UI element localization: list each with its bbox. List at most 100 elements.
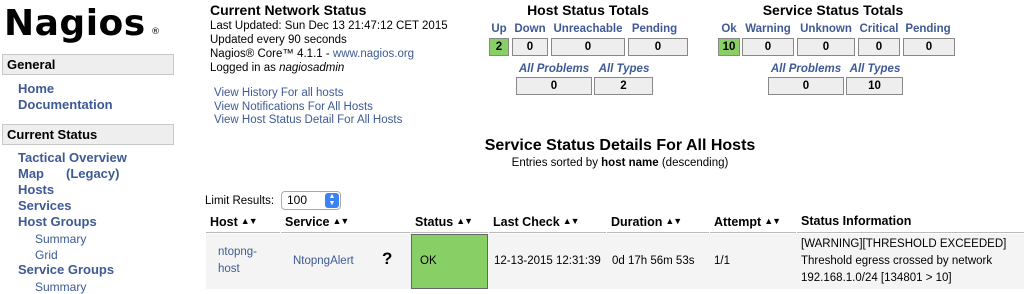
sort-arrows-icon[interactable]: ▲▼	[665, 216, 682, 226]
service-header-ok[interactable]: Ok	[718, 22, 740, 36]
service-pending-count[interactable]: 0	[903, 38, 955, 56]
sidebar-header-general: General	[2, 54, 174, 75]
host-totals-title: Host Status Totals	[527, 2, 649, 18]
host-link-line2[interactable]: host	[218, 263, 240, 275]
host-all-types-header[interactable]: All Types	[594, 62, 654, 76]
service-header-pending[interactable]: Pending	[902, 22, 954, 36]
sort-description: Entries sorted by host name (descending)	[440, 156, 800, 170]
column-header-service-label: Service	[285, 215, 330, 229]
sort-prefix: Entries sorted by	[511, 157, 602, 169]
sort-suffix: (descending)	[658, 157, 729, 169]
column-header-status-information-label: Status Information	[801, 214, 912, 228]
service-all-problems-header[interactable]: All Problems	[768, 62, 844, 76]
column-header-duration-label: Duration	[611, 215, 663, 229]
host-all-problems-count[interactable]: 0	[516, 77, 592, 95]
sidebar-item-documentation[interactable]: Documentation	[18, 97, 113, 113]
host-header-down[interactable]: Down	[511, 22, 549, 36]
sidebar-item-host-groups[interactable]: Host Groups	[18, 214, 97, 230]
cell-duration: 0d 17h 56m 53s	[612, 255, 695, 267]
service-unknown-count[interactable]: 0	[797, 38, 855, 56]
host-link-line1[interactable]: ntopng-	[218, 246, 257, 258]
unknown-host-icon[interactable]: ?	[382, 250, 392, 268]
status-info-line1: [WARNING][THRESHOLD EXCEEDED]	[801, 238, 1007, 250]
network-status-title: Current Network Status	[210, 2, 367, 18]
column-header-host[interactable]: Host ▲▼	[206, 211, 280, 233]
limit-results-value: 100	[287, 193, 308, 207]
host-up-count[interactable]: 2	[489, 38, 509, 56]
column-header-status-label: Status	[415, 215, 454, 229]
logged-in-label: Logged in as	[210, 62, 280, 74]
host-all-types-count[interactable]: 2	[594, 77, 653, 95]
sort-arrows-icon[interactable]: ▲▼	[563, 216, 580, 226]
sort-arrows-icon[interactable]: ▲▼	[456, 216, 473, 226]
host-down-count[interactable]: 0	[512, 38, 548, 56]
service-all-types-count[interactable]: 10	[846, 77, 903, 95]
host-header-pending[interactable]: Pending	[627, 22, 682, 36]
cell-last-check: 12-13-2015 12:31:39	[494, 255, 601, 267]
sort-arrows-icon[interactable]: ▲▼	[764, 216, 781, 226]
cell-status-information: [WARNING][THRESHOLD EXCEEDED] Threshold …	[801, 236, 1024, 291]
service-critical-count[interactable]: 0	[858, 38, 900, 56]
logged-in-line: Logged in as nagiosadmin	[210, 61, 448, 75]
cell-host[interactable]: ntopng- host	[218, 244, 268, 294]
cell-status: OK	[411, 234, 488, 289]
column-header-status[interactable]: Status ▲▼	[411, 211, 488, 233]
nagios-org-link[interactable]: www.nagios.org	[333, 48, 414, 60]
sidebar-item-hosts[interactable]: Hosts	[18, 182, 54, 198]
column-header-service[interactable]: Service ▲▼	[281, 211, 410, 233]
service-all-types-header[interactable]: All Types	[846, 62, 904, 76]
sort-field: host name	[601, 157, 659, 169]
sort-arrows-icon[interactable]: ▲▼	[332, 216, 349, 226]
host-header-up[interactable]: Up	[488, 22, 510, 36]
host-pending-count[interactable]: 0	[628, 38, 688, 56]
service-header-warning[interactable]: Warning	[741, 22, 795, 36]
view-host-status-link[interactable]: View Host Status Detail For All Hosts	[214, 114, 402, 126]
sidebar-item-map[interactable]: Map	[18, 166, 44, 182]
host-all-problems-header[interactable]: All Problems	[516, 62, 592, 76]
nagios-logo[interactable]: Nagios ®	[4, 2, 160, 46]
sidebar-item-service-groups[interactable]: Service Groups	[18, 262, 114, 278]
status-info-line2: Threshold egress crossed by network	[801, 255, 993, 267]
service-warning-count[interactable]: 0	[742, 38, 794, 56]
sidebar-item-service-groups-summary[interactable]: Summary	[35, 279, 86, 294]
sidebar-item-host-groups-summary[interactable]: Summary	[35, 231, 86, 247]
column-header-last-check-label: Last Check	[493, 215, 560, 229]
cell-service-link[interactable]: NtopngAlert	[293, 253, 354, 269]
service-header-critical[interactable]: Critical	[857, 22, 901, 36]
update-interval: Updated every 90 seconds	[210, 34, 347, 46]
select-arrows-icon: ▲ ▼	[325, 193, 339, 208]
sidebar: Nagios ® General Home Documentation Curre…	[0, 0, 180, 294]
sidebar-header-current-status: Current Status	[2, 124, 174, 145]
host-header-unreachable[interactable]: Unreachable	[550, 22, 626, 36]
last-updated: Last Updated: Sun Dec 13 21:47:12 CET 20…	[210, 20, 448, 32]
sidebar-item-services[interactable]: Services	[18, 198, 72, 214]
sidebar-item-tactical-overview[interactable]: Tactical Overview	[18, 150, 127, 166]
view-links: View History For all hosts View Notifica…	[214, 87, 402, 128]
host-unreachable-count[interactable]: 0	[551, 38, 625, 56]
version-line: Nagios® Core™ 4.1.1 - www.nagios.org	[210, 47, 448, 61]
service-header-unknown[interactable]: Unknown	[796, 22, 856, 36]
column-header-last-check[interactable]: Last Check ▲▼	[489, 211, 606, 233]
column-header-attempt[interactable]: Attempt ▲▼	[710, 211, 796, 233]
column-header-host-label: Host	[210, 215, 238, 229]
service-all-problems-count[interactable]: 0	[768, 77, 844, 95]
version-text: Nagios® Core™ 4.1.1 -	[210, 48, 333, 60]
cell-attempt: 1/1	[714, 255, 730, 267]
limit-results-label: Limit Results:	[205, 195, 275, 207]
column-header-attempt-label: Attempt	[714, 215, 762, 229]
sidebar-item-map-legacy[interactable]: (Legacy)	[66, 166, 119, 182]
column-header-status-information: Status Information	[797, 211, 1024, 233]
sort-arrows-icon[interactable]: ▲▼	[241, 216, 258, 226]
sidebar-item-home[interactable]: Home	[18, 81, 54, 97]
network-status-panel: Current Network Status Last Updated: Sun…	[210, 2, 448, 75]
service-ok-count[interactable]: 10	[718, 38, 740, 56]
view-history-link[interactable]: View History For all hosts	[214, 87, 344, 99]
service-totals-title: Service Status Totals	[762, 2, 904, 18]
column-header-duration[interactable]: Duration ▲▼	[607, 211, 709, 233]
page-title: Service Status Details For All Hosts	[484, 137, 756, 154]
logo-text: Nagios	[4, 3, 146, 44]
limit-results-select[interactable]: 100 ▲ ▼	[281, 191, 341, 210]
view-notifications-link[interactable]: View Notifications For All Hosts	[214, 101, 373, 113]
logged-in-user: nagiosadmin	[279, 62, 345, 74]
sidebar-item-host-groups-grid[interactable]: Grid	[35, 247, 58, 263]
